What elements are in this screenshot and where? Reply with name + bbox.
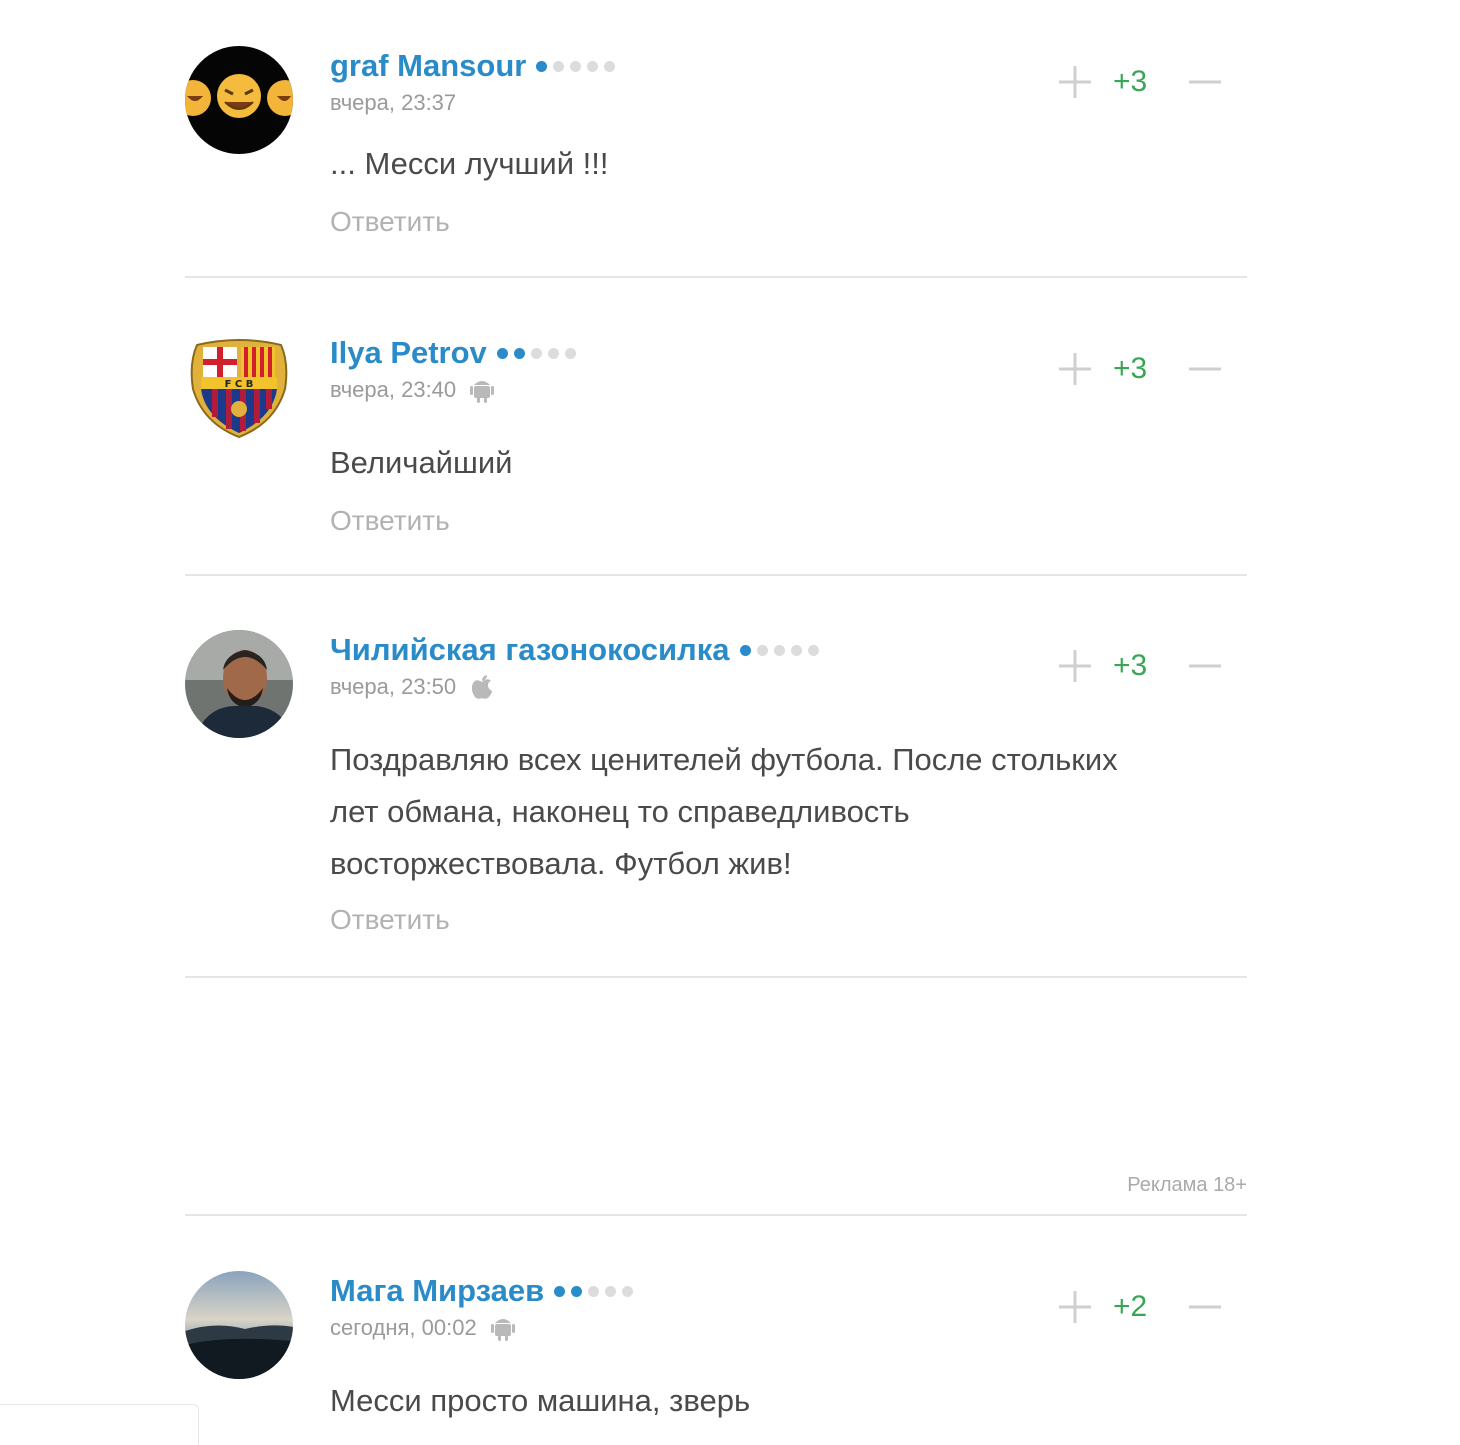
comment-item: graf Mansour вчера, 23:37 ... Месси лучш…	[185, 46, 1247, 246]
upvote-plus-icon[interactable]	[1055, 646, 1095, 686]
downvote-minus-icon[interactable]	[1185, 62, 1225, 102]
vote-score: +3	[1113, 65, 1148, 98]
author-row: Ilya Petrov	[330, 335, 582, 371]
upvote-plus-icon[interactable]	[1055, 349, 1095, 389]
user-rating-dots	[554, 1285, 639, 1297]
comment-item: Мага Мирзаев сегодня, 00:02 Месси просто…	[185, 1271, 1247, 1440]
downvote-minus-icon[interactable]	[1185, 646, 1225, 686]
comment-text: Величайший	[330, 445, 513, 480]
author-name[interactable]: Ilya Petrov	[330, 335, 487, 371]
vote-controls: +3	[1055, 62, 1230, 102]
comment-divider	[185, 574, 1247, 576]
sunset-landscape-avatar-image	[185, 1271, 293, 1379]
vote-controls: +2	[1055, 1287, 1230, 1327]
comment-text-line: Поздравляю всех ценителей футбола. После…	[330, 742, 1118, 777]
user-rating-dots	[496, 347, 582, 359]
author-name[interactable]: Чилийская газонокосилка	[330, 632, 730, 668]
author-name[interactable]: Мага Мирзаев	[330, 1273, 544, 1309]
comment-meta: вчера, 23:50	[330, 674, 494, 700]
vote-controls: +3	[1055, 349, 1230, 389]
avatar[interactable]	[185, 46, 293, 154]
ad-divider	[185, 1214, 1247, 1216]
apple-icon	[470, 674, 494, 700]
comment-item: Чилийская газонокосилка вчера, 23:50 Поз…	[185, 630, 1247, 950]
comment-item: F C B Ilya Petrov вчера, 23:40 Величайши…	[185, 333, 1247, 543]
user-rating-dots	[739, 644, 825, 656]
timestamp: вчера, 23:50	[330, 674, 457, 699]
author-row: graf Mansour	[330, 48, 621, 84]
author-name[interactable]: graf Mansour	[330, 48, 526, 84]
svg-text:F C B: F C B	[225, 379, 254, 390]
comment-meta: вчера, 23:37	[330, 90, 456, 116]
comment-divider	[185, 976, 1247, 978]
comment-text: ... Месси лучший !!!	[330, 146, 609, 181]
comment-text-line: восторжествовала. Футбол жив!	[330, 846, 792, 881]
downvote-minus-icon[interactable]	[1185, 349, 1225, 389]
upvote-plus-icon[interactable]	[1055, 1287, 1095, 1327]
vote-controls: +3	[1055, 646, 1230, 686]
reply-button[interactable]: Ответить	[330, 206, 450, 238]
fcb-crest-avatar-image: F C B	[185, 333, 293, 441]
player-photo-avatar-image	[185, 630, 293, 738]
timestamp: вчера, 23:40	[330, 377, 457, 402]
upvote-plus-icon[interactable]	[1055, 62, 1095, 102]
comment-meta: сегодня, 00:02	[330, 1315, 515, 1341]
user-rating-dots	[536, 60, 621, 72]
comment-text-line: лет обмана, наконец то справедливость	[330, 794, 910, 829]
comment-divider	[185, 276, 1247, 278]
timestamp: вчера, 23:37	[330, 90, 457, 115]
downvote-minus-icon[interactable]	[1185, 1287, 1225, 1327]
author-row: Мага Мирзаев	[330, 1273, 639, 1309]
floating-panel-edge	[0, 1404, 199, 1445]
avatar[interactable]	[185, 630, 293, 738]
timestamp: сегодня, 00:02	[330, 1315, 477, 1340]
emoji-faces-avatar-image	[185, 46, 293, 154]
avatar[interactable]	[185, 1271, 293, 1379]
vote-score: +3	[1113, 352, 1148, 385]
comment-meta: вчера, 23:40	[330, 377, 495, 403]
avatar[interactable]: F C B	[185, 333, 293, 441]
author-row: Чилийская газонокосилка	[330, 632, 825, 668]
reply-button[interactable]: Ответить	[330, 904, 450, 936]
comment-text: Месси просто машина, зверь	[330, 1383, 751, 1418]
vote-score: +3	[1113, 649, 1148, 682]
vote-score: +2	[1113, 1290, 1148, 1323]
android-icon	[490, 1315, 515, 1341]
ad-label: Реклама 18+	[1127, 1174, 1247, 1196]
comment-text: Поздравляю всех ценителей футбола. После…	[330, 734, 1230, 890]
android-icon	[470, 377, 495, 403]
reply-button[interactable]: Ответить	[330, 505, 450, 537]
